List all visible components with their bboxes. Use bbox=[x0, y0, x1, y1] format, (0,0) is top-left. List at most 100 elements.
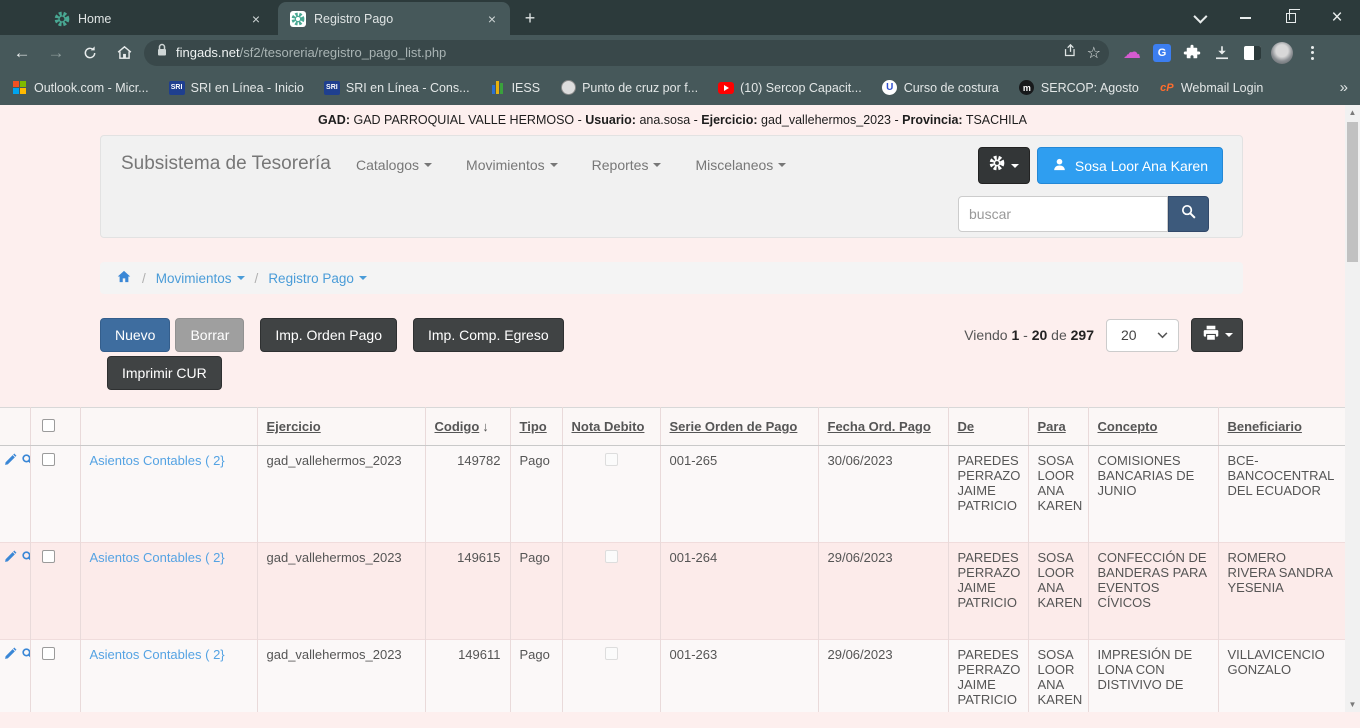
reload-icon[interactable] bbox=[76, 39, 104, 67]
nota-debito-checkbox bbox=[605, 647, 618, 660]
asientos-contables-link[interactable]: Asientos Contables ( 2} bbox=[90, 550, 225, 565]
bookmark-star-icon[interactable]: ☆ bbox=[1087, 43, 1101, 63]
nota-debito-checkbox bbox=[605, 550, 618, 563]
sort-desc-icon: ↓ bbox=[482, 419, 489, 434]
row-checkbox[interactable] bbox=[42, 550, 55, 563]
downloads-icon[interactable] bbox=[1209, 40, 1235, 66]
sort-ejercicio[interactable]: Ejercicio bbox=[267, 419, 321, 434]
vertical-scroll-thumb[interactable] bbox=[1347, 122, 1358, 262]
sort-fecha-ord-pago[interactable]: Fecha Ord. Pago bbox=[828, 419, 931, 434]
asientos-contables-link[interactable]: Asientos Contables ( 2} bbox=[90, 647, 225, 662]
cell-beneficiario: BCE-BANCOCENTRAL DEL ECUADOR bbox=[1218, 446, 1345, 543]
minimize-button[interactable] bbox=[1222, 0, 1268, 35]
breadcrumb-registro-pago[interactable]: Registro Pago bbox=[268, 271, 367, 286]
new-tab-button[interactable]: + bbox=[516, 4, 544, 32]
sort-nota-debito[interactable]: Nota Debito bbox=[572, 419, 645, 434]
cell-ejercicio: gad_vallehermos_2023 bbox=[257, 640, 425, 713]
translate-extension-icon[interactable]: G bbox=[1149, 40, 1175, 66]
imp-orden-pago-button[interactable]: Imp. Orden Pago bbox=[260, 318, 397, 352]
extensions-puzzle-icon[interactable] bbox=[1179, 40, 1205, 66]
browser-menu-icon[interactable] bbox=[1299, 40, 1325, 66]
cell-para: SOSA LOOR ANA KAREN bbox=[1028, 543, 1088, 640]
cell-de: PAREDES PERRAZO JAIME PATRICIO bbox=[948, 446, 1028, 543]
forward-icon[interactable]: → bbox=[42, 39, 70, 67]
bookmark-sercop-youtube[interactable]: (10) Sercop Capacit... bbox=[718, 80, 862, 96]
chevron-down-icon bbox=[653, 163, 661, 167]
edit-icon[interactable] bbox=[4, 648, 17, 663]
tab-close-icon[interactable]: × bbox=[484, 11, 500, 27]
search-button[interactable] bbox=[1168, 196, 1209, 232]
cloud-extension-icon[interactable]: ☁ bbox=[1119, 40, 1145, 66]
scroll-down-icon[interactable]: ▼ bbox=[1345, 697, 1360, 712]
sort-codigo[interactable]: Codigo bbox=[435, 419, 480, 434]
sort-beneficiario[interactable]: Beneficiario bbox=[1228, 419, 1302, 434]
cell-fecha: 29/06/2023 bbox=[818, 543, 948, 640]
registro-pago-table: Ejercicio Codigo↓ Tipo Nota Debito Serie… bbox=[0, 407, 1345, 712]
back-icon[interactable]: ← bbox=[8, 39, 36, 67]
sort-tipo[interactable]: Tipo bbox=[520, 419, 547, 434]
tab-search-icon[interactable] bbox=[1176, 0, 1222, 35]
row-checkbox[interactable] bbox=[42, 453, 55, 466]
menu-miscelaneos[interactable]: Miscelaneos bbox=[695, 157, 786, 173]
menu-movimientos[interactable]: Movimientos bbox=[466, 157, 558, 173]
row-checkbox[interactable] bbox=[42, 647, 55, 660]
menu-reportes[interactable]: Reportes bbox=[592, 157, 662, 173]
sort-de[interactable]: De bbox=[958, 419, 975, 434]
sri-icon: SRI bbox=[324, 80, 340, 96]
home-icon[interactable] bbox=[110, 39, 138, 67]
page-size-select[interactable]: 20 bbox=[1106, 319, 1179, 352]
scroll-up-icon[interactable]: ▲ bbox=[1345, 105, 1360, 120]
search-input[interactable] bbox=[958, 196, 1168, 232]
profile-avatar[interactable] bbox=[1269, 40, 1295, 66]
app-brand: Subsistema de Tesorería bbox=[121, 153, 331, 175]
bookmark-punto-de-cruz[interactable]: Punto de cruz por f... bbox=[560, 80, 698, 96]
select-all-checkbox[interactable] bbox=[42, 419, 55, 432]
tab-home[interactable]: Home × bbox=[42, 2, 274, 35]
sort-concepto[interactable]: Concepto bbox=[1098, 419, 1158, 434]
settings-button[interactable] bbox=[978, 147, 1030, 184]
view-icon[interactable] bbox=[21, 648, 30, 663]
asientos-contables-link[interactable]: Asientos Contables ( 2} bbox=[90, 453, 225, 468]
titlebar: Home × Registro Pago × + × bbox=[0, 0, 1360, 35]
bookmark-webmail[interactable]: cP Webmail Login bbox=[1159, 80, 1263, 96]
app-navbar: Subsistema de Tesorería Catalogos Movimi… bbox=[100, 135, 1243, 238]
bookmark-sri-inicio[interactable]: SRI SRI en Línea - Inicio bbox=[169, 80, 304, 96]
cell-codigo: 149782 bbox=[425, 446, 510, 543]
sort-para[interactable]: Para bbox=[1038, 419, 1066, 434]
tab-close-icon[interactable]: × bbox=[248, 11, 264, 27]
search-icon bbox=[1180, 203, 1197, 225]
nuevo-button[interactable]: Nuevo bbox=[100, 318, 170, 352]
restore-button[interactable] bbox=[1268, 0, 1314, 35]
record-range-label: Viendo 1 - 20 de 297 bbox=[964, 327, 1094, 343]
breadcrumb-movimientos[interactable]: Movimientos bbox=[156, 271, 245, 286]
cell-para: SOSA LOOR ANA KAREN bbox=[1028, 640, 1088, 713]
bookmark-sri-consultas[interactable]: SRI SRI en Línea - Cons... bbox=[324, 80, 470, 96]
share-icon[interactable] bbox=[1062, 42, 1079, 64]
edit-icon[interactable] bbox=[4, 551, 17, 566]
bookmark-curso-costura[interactable]: U Curso de costura bbox=[882, 80, 999, 96]
view-icon[interactable] bbox=[21, 454, 30, 469]
user-menu-button[interactable]: Sosa Loor Ana Karen bbox=[1037, 147, 1223, 184]
vertical-scrollbar[interactable]: ▲ ▼ bbox=[1345, 105, 1360, 712]
cell-beneficiario: VILLAVICENCIO GONZALO bbox=[1218, 640, 1345, 713]
bookmarks-overflow-icon[interactable]: » bbox=[1340, 79, 1348, 96]
address-bar[interactable]: fingads.net/sf2/tesoreria/registro_pago_… bbox=[144, 40, 1109, 66]
side-panel-icon[interactable] bbox=[1239, 40, 1265, 66]
view-icon[interactable] bbox=[21, 551, 30, 566]
sort-serie-orden-pago[interactable]: Serie Orden de Pago bbox=[670, 419, 798, 434]
menu-catalogos[interactable]: Catalogos bbox=[356, 157, 432, 173]
bookmark-sercop-agosto[interactable]: m SERCOP: Agosto bbox=[1019, 80, 1139, 96]
borrar-button[interactable]: Borrar bbox=[175, 318, 244, 352]
iess-icon bbox=[490, 80, 506, 96]
cell-concepto: IMPRESIÓN DE LONA CON DISTIVIVO DE bbox=[1088, 640, 1218, 713]
imp-comp-egreso-button[interactable]: Imp. Comp. Egreso bbox=[413, 318, 564, 352]
close-button[interactable]: × bbox=[1314, 0, 1360, 35]
imprimir-cur-button[interactable]: Imprimir CUR bbox=[107, 356, 222, 390]
edit-icon[interactable] bbox=[4, 454, 17, 469]
bookmark-iess[interactable]: IESS bbox=[490, 80, 541, 96]
tab-registro-pago[interactable]: Registro Pago × bbox=[278, 2, 510, 35]
sri-icon: SRI bbox=[169, 80, 185, 96]
bookmark-outlook[interactable]: Outlook.com - Micr... bbox=[12, 80, 149, 96]
home-breadcrumb-icon[interactable] bbox=[116, 269, 132, 287]
print-button[interactable] bbox=[1191, 318, 1243, 352]
